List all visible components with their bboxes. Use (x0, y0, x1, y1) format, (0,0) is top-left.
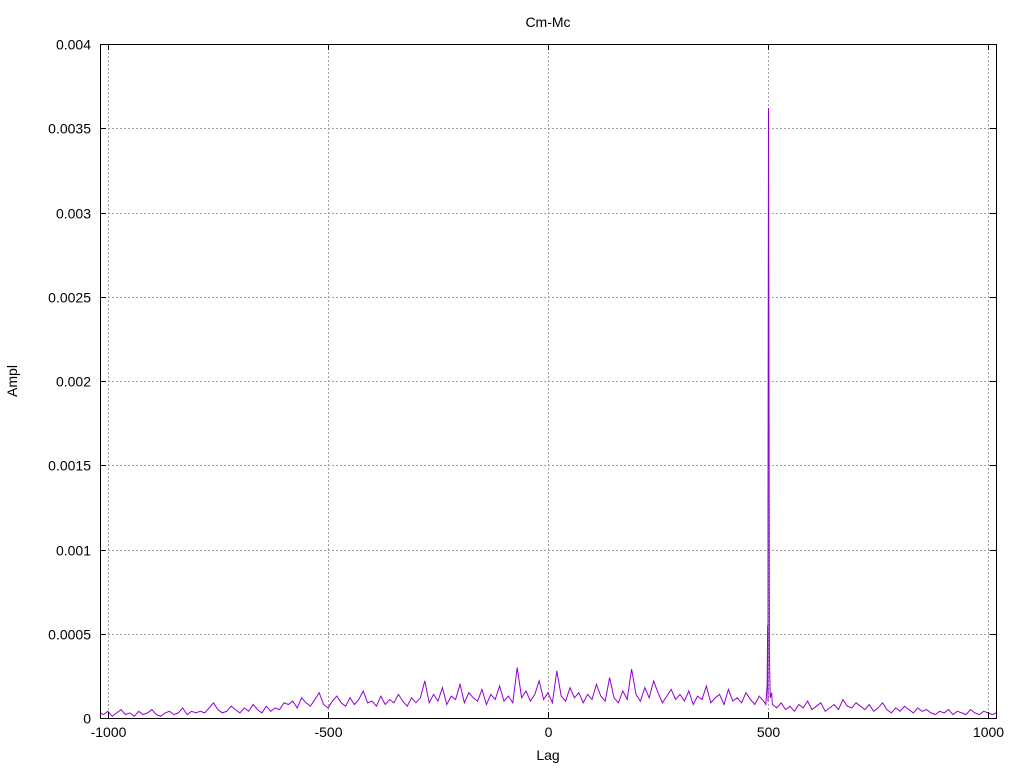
y-axis-label: Ampl (4, 365, 20, 397)
y-tick-label: 0.0005 (48, 627, 91, 643)
y-tick-label: 0.002 (56, 374, 91, 390)
y-tick-label: 0.0015 (48, 458, 91, 474)
y-tick-label: 0 (83, 711, 91, 727)
chart-title: Cm-Mc (525, 14, 570, 30)
x-tick-label: 500 (757, 724, 781, 740)
grid-lines (100, 44, 996, 718)
x-tick-label: -500 (314, 724, 342, 740)
y-tick-label: 0.0025 (48, 290, 91, 306)
x-axis-label: Lag (536, 747, 559, 763)
x-tick-label: -1000 (91, 724, 127, 740)
y-tick-label: 0.004 (56, 37, 91, 53)
chart: -1000 -500 0 500 1000 0 0.0005 0.001 0.0015 0.002… (4, 14, 1004, 763)
y-tick-label: 0.0035 (48, 121, 91, 137)
x-tick-label: 0 (545, 724, 553, 740)
x-tick-label: 1000 (973, 724, 1004, 740)
y-tick-label: 0.003 (56, 206, 91, 222)
y-tick-label: 0.001 (56, 543, 91, 559)
